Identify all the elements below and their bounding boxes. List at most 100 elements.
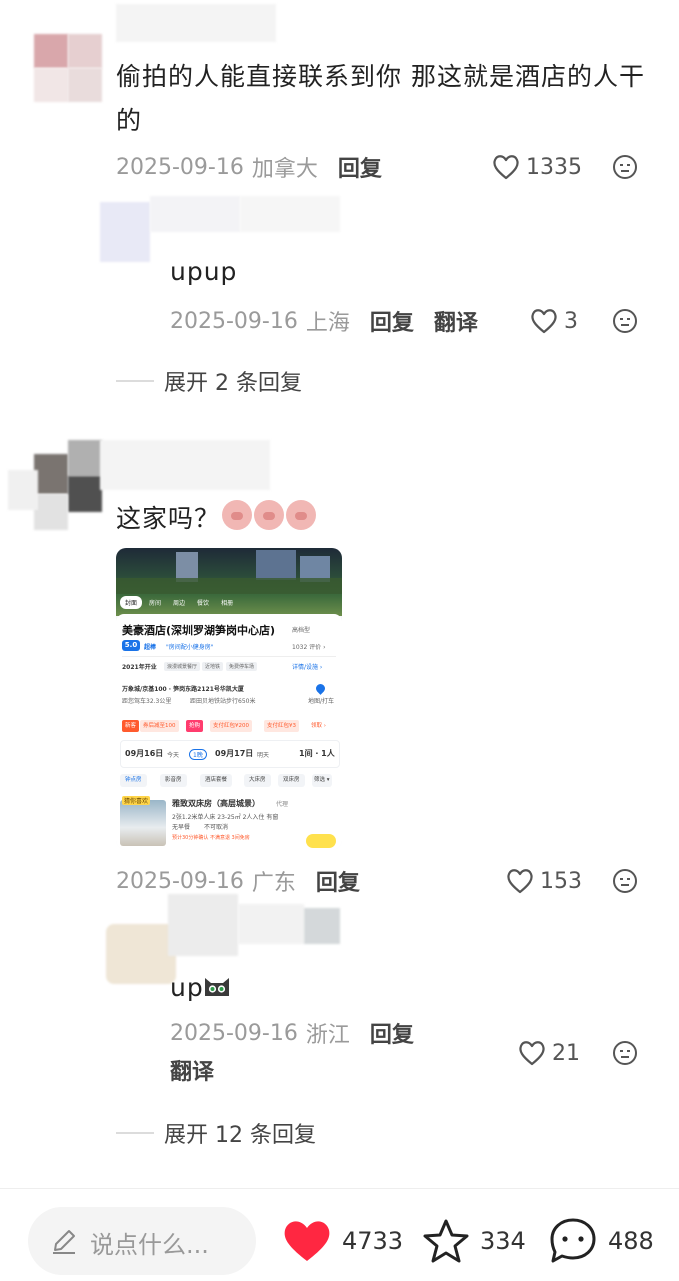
comment-input-placeholder: 说点什么... [90,1231,209,1259]
like-post-button[interactable]: 4733 [282,1218,403,1264]
map-pin-icon [314,682,327,695]
heart-outline-icon [530,308,558,334]
photo-tabs: 封面 房间 周边 餐饮 相册 [120,596,238,609]
score-label: 超棒 [144,644,157,651]
reply-button[interactable]: 回复 [370,305,414,337]
avatar[interactable] [34,440,102,544]
checkout-date: 09月17日 [215,749,254,758]
pencil-icon [50,1227,78,1255]
pig-sticker-icon [222,500,252,530]
reply-button[interactable]: 回复 [338,151,382,183]
expand-replies-label: 展开 12 条回复 [164,1123,316,1148]
expand-replies[interactable]: 展开 12 条回复 [116,1118,316,1148]
distance-metro: 距田贝地铁站步行650米 [190,698,256,705]
reply-date: 2025-09-16 [170,1020,298,1046]
coupon-red-packet[interactable]: 支付红包¥200 [210,720,252,732]
tab-dining[interactable]: 餐饮 [192,596,214,609]
map-link[interactable]: 地图/打车 [308,696,334,705]
filter-hourly[interactable]: 钟点房 [120,774,147,787]
heart-outline-icon [492,154,520,180]
room-breakfast: 无早餐 [172,824,191,831]
coupon-discount[interactable]: 券后减至100 [140,720,179,732]
cat-emoji-icon [202,970,232,1000]
room-note: 预计30分钟确认 不满意退 3间免房 [172,835,250,841]
reply-meta: 2025-09-16 浙江 回复 [170,1017,414,1049]
expand-replies[interactable]: 展开 2 条回复 [116,366,302,396]
filter-cinema[interactable]: 影音房 [160,774,187,787]
username-blurred[interactable] [100,440,270,490]
date-selector[interactable]: 09月16日 今天 1晚 09月17日 明天 1间 · 1人 [120,740,340,768]
filter-twin[interactable]: 双床房 [278,774,305,787]
reaction-emoji-icon[interactable] [612,308,638,334]
favorite-button[interactable]: 334 [422,1218,526,1264]
hotel-reviews[interactable]: 1032 评价 › [292,642,325,651]
details-link[interactable]: 详情/设施 › [292,662,322,671]
checkout-day: 明天 [257,752,270,759]
room-tag: 代理 [276,801,289,808]
filter-more[interactable]: 筛选 ▾ [312,774,332,787]
checkin-date: 09月16日 [125,749,164,758]
avatar[interactable] [34,34,102,102]
like-count: 21 [552,1040,580,1066]
like-count: 153 [540,868,582,894]
hotel-name: 美豪酒店(深圳罗湖笋岗中心店) [122,624,276,637]
reply-date: 2025-09-16 [170,308,298,334]
feature-tag: 浪漫城景餐厅 [164,662,201,671]
like-count: 1335 [526,154,582,180]
reply-button[interactable]: 回复 [370,1017,414,1049]
hotel-screenshot-image[interactable]: 封面 房间 周边 餐饮 相册 美豪酒店(深圳罗湖笋岗中心店) 高档型 5.0 超… [116,548,342,850]
comment-input[interactable]: 说点什么... [28,1207,256,1275]
checkin-day: 今天 [167,752,180,759]
coupon-claim[interactable]: 领取 › [308,720,329,732]
reaction-emoji-icon[interactable] [612,154,638,180]
room-card[interactable]: 猜你喜欢 雅致双床房（高层城景） 代理 2张1.2米单人床 23-25㎡ 2人入… [120,796,338,850]
comment-date: 2025-09-16 [116,154,244,180]
pig-sticker-icon [286,500,316,530]
reaction-emoji-icon[interactable] [612,1040,638,1066]
reply-text: up [170,973,204,1002]
coupon-red-packet-2[interactable]: 支付红包¥3 [264,720,299,732]
reply-text: upup [170,257,238,286]
tab-cover[interactable]: 封面 [120,596,143,609]
translate-button[interactable]: 翻译 [434,305,478,337]
sticker-emoji-icons [222,500,316,530]
like-button[interactable]: 153 [506,866,582,896]
chat-bubble-icon [548,1216,598,1266]
like-button[interactable]: 21 [518,1038,580,1068]
heart-outline-icon [518,1040,546,1066]
avatar-shadow [8,470,38,510]
room-specs: 2张1.2米单人床 23-25㎡ 2人入住 有窗 [172,814,279,821]
like-button[interactable]: 1335 [492,152,582,182]
comment-date: 2025-09-16 [116,868,244,894]
tab-album[interactable]: 相册 [216,596,238,609]
tab-nearby[interactable]: 周边 [168,596,190,609]
like-button[interactable]: 3 [530,306,578,336]
hotel-quote: "房间配小健身房" [166,644,214,651]
username-blurred[interactable] [168,894,340,956]
filter-king[interactable]: 大床房 [244,774,271,787]
hotel-info-panel: 美豪酒店(深圳罗湖笋岗中心店) 高档型 5.0 超棒 "房间配小健身房" 103… [116,614,342,850]
coupon-new[interactable]: 新客 [122,720,140,732]
avatar[interactable] [106,918,176,986]
translate-button[interactable]: 翻译 [170,1058,214,1088]
room-photo [120,800,166,846]
comment-text: 偷拍的人能直接联系到你 那这就是酒店的人干的 [116,62,645,135]
pig-sticker-icon [254,500,284,530]
divider [116,1132,154,1134]
filter-package[interactable]: 酒店套餐 [200,774,233,787]
assistant-bubble-icon [306,834,336,848]
comment-button[interactable]: 488 [548,1216,654,1266]
username-blurred[interactable] [116,4,276,42]
reply-button[interactable]: 回复 [316,865,360,897]
heart-filled-icon [282,1219,332,1263]
room-cancel: 不可取消 [204,824,229,831]
hotel-address: 万象城/京基100 · 笋岗东路2121号华凯大厦 [122,686,244,693]
comment-text: 这家吗？ [116,504,221,533]
post-like-count: 4733 [342,1227,404,1255]
tab-rooms[interactable]: 房间 [144,596,166,609]
reaction-emoji-icon[interactable] [612,868,638,894]
distance-drive: 距您驾车32.3公里 [122,698,172,705]
coupon-flash[interactable]: 抢购 [186,720,204,732]
username-blurred[interactable] [240,196,340,232]
reply-meta: 2025-09-16 上海 回复 翻译 [170,305,478,337]
